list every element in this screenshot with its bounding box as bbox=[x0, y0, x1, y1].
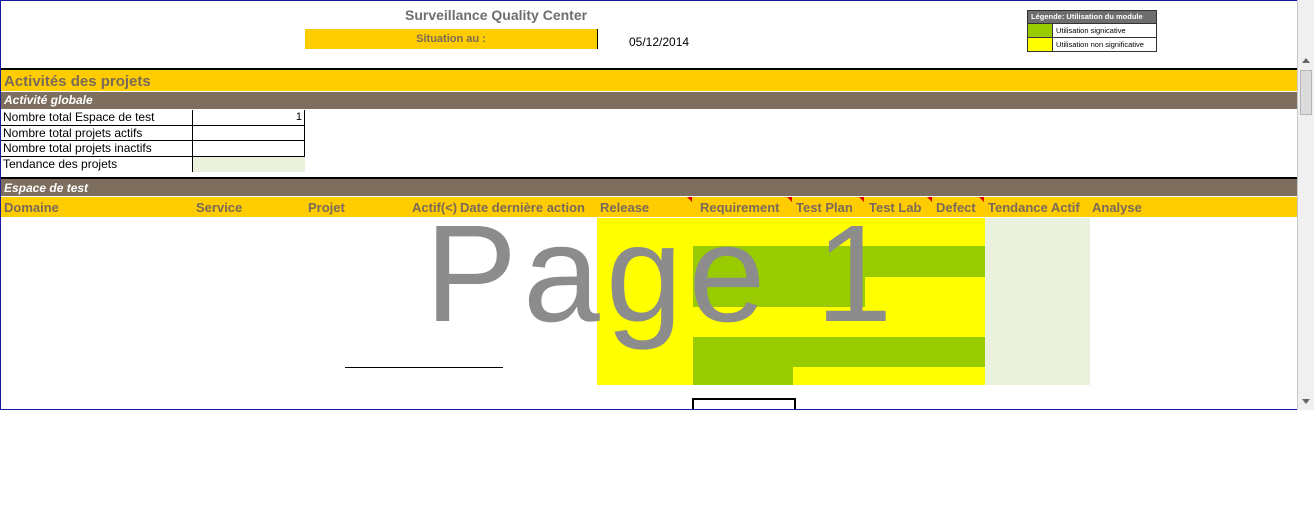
table-row: Nombre total Espace de test 1 bbox=[1, 110, 305, 126]
col-service[interactable]: Service bbox=[196, 200, 242, 215]
col-domaine[interactable]: Domaine bbox=[4, 200, 59, 215]
scroll-down-icon[interactable] bbox=[1302, 399, 1310, 404]
legend-title: Légende: Utilisation du module bbox=[1028, 11, 1156, 23]
situation-cell-border bbox=[597, 29, 598, 49]
comment-indicator-icon[interactable] bbox=[979, 197, 984, 202]
table-row: Nombre total projets actifs bbox=[1, 125, 305, 141]
comment-indicator-icon[interactable] bbox=[927, 197, 932, 202]
col-analyse[interactable]: Analyse bbox=[1092, 200, 1142, 215]
legend-row-significant: Utilisation signicative bbox=[1028, 23, 1156, 37]
selected-cell-outline[interactable] bbox=[692, 398, 796, 409]
col-tendance-actif[interactable]: Tendance Actif bbox=[988, 200, 1080, 215]
scroll-thumb[interactable] bbox=[1300, 70, 1312, 115]
section-espace-de-test: Espace de test bbox=[1, 177, 1297, 196]
legend-label-not-significant: Utilisation non significative bbox=[1056, 40, 1144, 49]
situation-date[interactable]: 05/12/2014 bbox=[629, 35, 689, 49]
legend-label-significant: Utilisation signicative bbox=[1056, 26, 1126, 35]
row-label[interactable]: Tendance des projets bbox=[1, 157, 192, 173]
legend-swatch-yellow bbox=[1028, 38, 1053, 51]
row-value[interactable] bbox=[192, 125, 305, 141]
row-label[interactable]: Nombre total Espace de test bbox=[1, 110, 192, 126]
situation-label[interactable]: Situation au : bbox=[305, 29, 597, 49]
row-value[interactable]: 1 bbox=[192, 110, 305, 126]
cell-underline bbox=[345, 367, 503, 368]
legend-row-not-significant: Utilisation non significative bbox=[1028, 37, 1156, 51]
section-activite-globale: Activité globale bbox=[1, 92, 1297, 109]
vertical-scrollbar[interactable] bbox=[1297, 0, 1314, 410]
spreadsheet-page: Surveillance Quality Center Situation au… bbox=[0, 0, 1297, 410]
col-defect[interactable]: Defect bbox=[936, 200, 976, 215]
module-usage-green-block bbox=[693, 367, 793, 385]
report-title: Surveillance Quality Center bbox=[405, 7, 588, 23]
row-value[interactable] bbox=[192, 156, 305, 172]
row-label[interactable]: Nombre total projets inactifs bbox=[1, 141, 192, 157]
global-activity-table: Nombre total Espace de test 1 Nombre tot… bbox=[1, 110, 305, 172]
table-row: Nombre total projets inactifs bbox=[1, 141, 305, 157]
section-activites-projets: Activités des projets bbox=[1, 68, 1297, 91]
row-value[interactable] bbox=[192, 141, 305, 157]
scroll-up-icon[interactable] bbox=[1302, 58, 1310, 63]
table-row: Tendance des projets bbox=[1, 156, 305, 173]
page-watermark: Page 1 bbox=[425, 197, 899, 351]
col-projet[interactable]: Projet bbox=[308, 200, 345, 215]
legend-swatch-green bbox=[1028, 24, 1053, 37]
row-label[interactable]: Nombre total projets actifs bbox=[1, 126, 192, 141]
legend-box: Légende: Utilisation du module Utilisati… bbox=[1027, 10, 1157, 52]
tendance-column-fill bbox=[985, 218, 1090, 385]
